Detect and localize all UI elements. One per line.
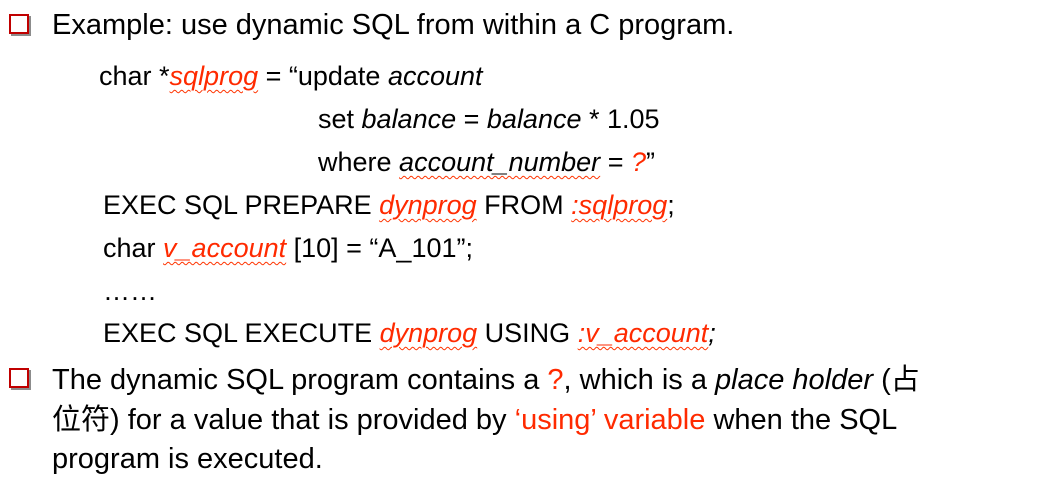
code-line-3: where account_number = ?” <box>318 147 655 177</box>
bullet-2-line-3: program is executed. <box>52 443 323 475</box>
bullet-2-line-1: The dynamic SQL program contains a ?, wh… <box>52 362 920 396</box>
code-line-2: set balance = balance * 1.05 <box>318 104 660 134</box>
code-line-6: …… <box>103 276 157 306</box>
sqlprog-var: sqlprog <box>169 61 259 91</box>
bullet-2-line-2: 位符) for a value that is provided by ‘usi… <box>52 402 898 436</box>
bullet-1-text: Example: use dynamic SQL from within a C… <box>52 9 735 41</box>
sqlprog-host-var: :sqlprog <box>571 190 668 220</box>
v-account-host-var: :v_account <box>577 318 709 348</box>
code-line-4: EXEC SQL PREPARE dynprog FROM :sqlprog; <box>103 190 675 220</box>
placeholder-question-ref: ? <box>547 364 564 396</box>
code-line-7: EXEC SQL EXECUTE dynprog USING :v_accoun… <box>103 318 716 348</box>
v-account-var: v_account <box>163 233 287 263</box>
code-line-1: char *sqlprog = “update account <box>99 61 483 91</box>
dynprog-stmt: dynprog <box>379 190 477 220</box>
bullet-box-icon <box>9 14 29 34</box>
using-variable-highlight: ‘using’ variable <box>514 404 706 436</box>
dynprog-stmt-exec: dynprog <box>379 318 478 348</box>
code-line-5: char v_account [10] = “A_101”; <box>103 233 473 263</box>
bullet-box-icon <box>9 368 29 388</box>
placeholder-question: ? <box>630 147 646 177</box>
